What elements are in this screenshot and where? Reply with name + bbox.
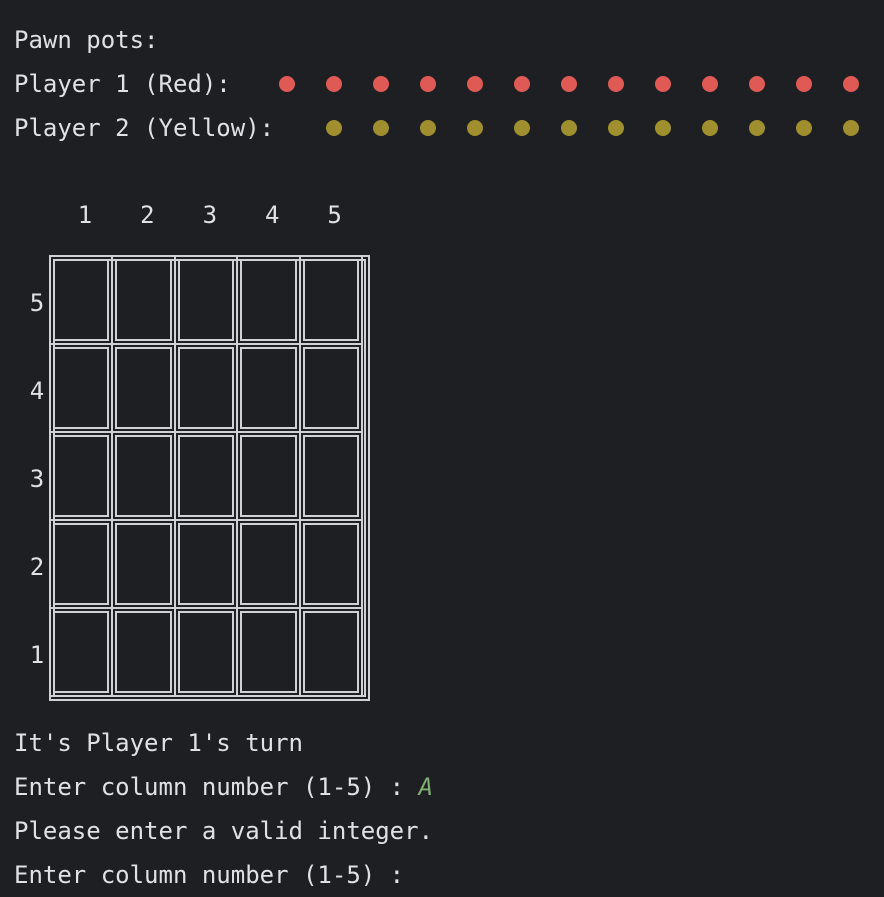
yellow-pawn-icon [561,120,577,136]
yellow-pawn-icon [843,120,859,136]
red-pawn-icon [373,76,389,92]
prompt-line-1: Enter column number (1-5) : A [14,765,433,809]
row-label: 5 [29,289,45,317]
turn-text: It's Player 1's turn [14,729,303,757]
error-text: Please enter a valid integer. [14,817,434,845]
red-pawn-icon [561,76,577,92]
column-label: 4 [264,201,280,229]
column-label: 1 [77,201,93,229]
board-cell [298,431,363,521]
column-prompt-active[interactable]: Enter column number (1-5) : [14,853,404,897]
board-cell [173,431,239,521]
board-cell [236,343,301,433]
board-cell [236,519,301,609]
row-label: 1 [29,641,45,669]
board-cell [49,255,114,345]
board-cell [173,519,239,609]
board-cell [298,343,363,433]
yellow-pawn-icon [467,120,483,136]
board-cell [111,431,176,521]
pawn-pots-label: Pawn pots: [14,26,159,54]
red-pawn-icon [749,76,765,92]
user-input-echo: A [418,773,434,801]
board-cell [298,255,363,345]
red-pawn-icon [702,76,718,92]
red-pawn-icon [514,76,530,92]
red-pawn-icon [467,76,483,92]
yellow-pawn-icon [420,120,436,136]
yellow-pawn-icon [608,120,624,136]
column-label: 2 [140,201,155,229]
yellow-pawn-icon [373,120,389,136]
board-cell [111,343,176,433]
player2-label: Player 2 (Yellow): [14,114,275,142]
board-cell [49,519,114,609]
board-cell [111,519,176,609]
row-label: 4 [29,377,45,405]
player1-label: Player 1 (Red): [14,70,231,98]
yellow-pawn-icon [326,120,342,136]
column-prompt: Enter column number (1-5) : [14,773,419,801]
red-pawn-icon [796,76,812,92]
yellow-pawn-icon [749,120,765,136]
row-label: 3 [29,465,45,493]
yellow-pawn-icon [702,120,718,136]
board-cell [236,255,301,345]
board-cell [236,607,301,697]
board-cell [49,343,114,433]
row-label: 2 [29,553,45,581]
board-cell [173,255,239,345]
red-pawn-icon [326,76,342,92]
board-cell [173,343,239,433]
board-cell [49,607,114,697]
board-cell [111,607,176,697]
yellow-pawn-icon [655,120,671,136]
yellow-pawn-icon [514,120,530,136]
red-pawn-icon [608,76,624,92]
board-cell [298,607,363,697]
column-label: 5 [327,201,342,229]
board-cell [298,519,363,609]
player2-pawn-pot [326,106,884,150]
red-pawn-icon [420,76,436,92]
board-cell [111,255,176,345]
yellow-pawn-icon [796,120,812,136]
column-label: 3 [202,201,218,229]
red-pawn-icon [843,76,859,92]
player1-pawn-pot [279,62,879,106]
red-pawn-icon [655,76,671,92]
board-cell [236,431,301,521]
board-cell [49,431,114,521]
red-pawn-icon [279,76,295,92]
board-cell [173,607,239,697]
game-board [49,255,370,701]
